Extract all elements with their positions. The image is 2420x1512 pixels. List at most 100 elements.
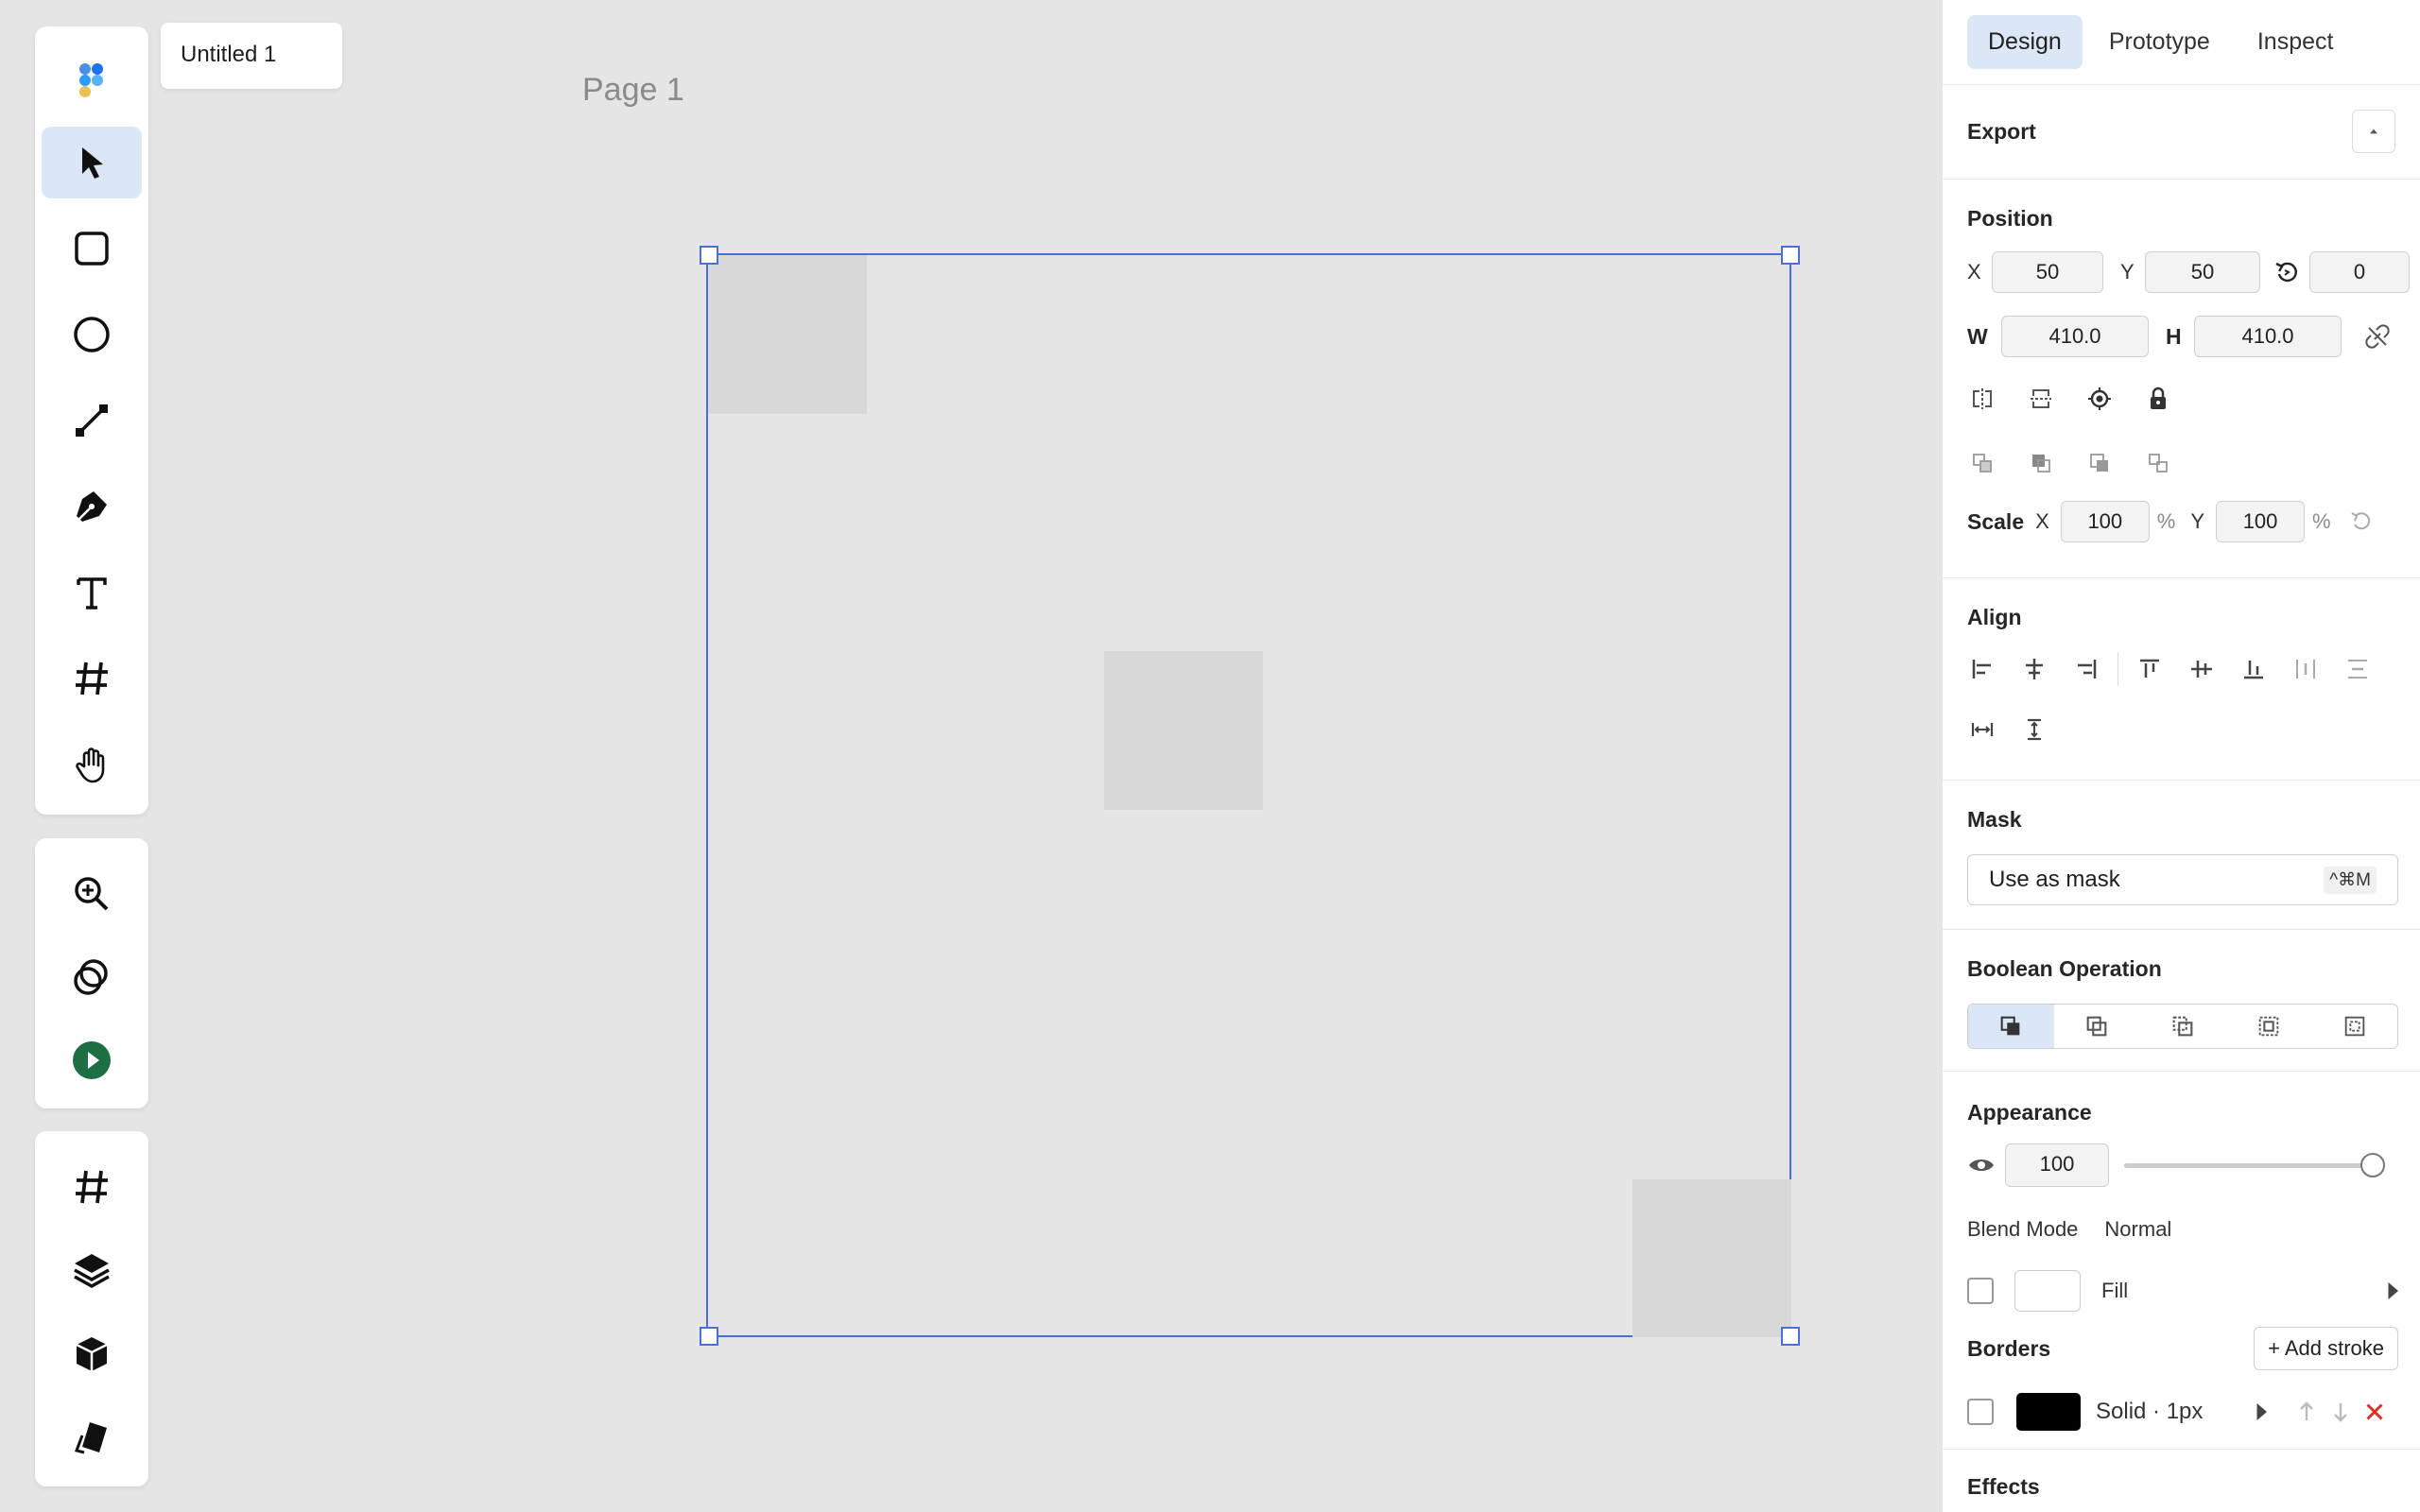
shape-bottom-right[interactable] <box>1633 1179 1791 1337</box>
appearance-title: Appearance <box>1967 1100 2092 1125</box>
width-input[interactable]: 410.0 <box>2001 316 2149 357</box>
line-tool[interactable] <box>42 385 142 456</box>
distribute-v-icon[interactable] <box>2337 648 2378 690</box>
scale-y-unit: % <box>2312 509 2331 533</box>
shape-top-left[interactable] <box>708 255 867 414</box>
flip-horizontal-icon[interactable] <box>1962 378 2003 420</box>
fill-label: Fill <box>2101 1279 2129 1302</box>
effects-section: Effects <box>1943 1450 2420 1512</box>
boolean-intersect-button[interactable] <box>2140 1005 2226 1048</box>
x-input[interactable]: 50 <box>1992 251 2103 293</box>
ellipse-tool[interactable] <box>42 299 142 370</box>
lock-icon[interactable] <box>2137 378 2179 420</box>
flip-vertical-icon[interactable] <box>2020 378 2062 420</box>
y-input[interactable]: 50 <box>2145 251 2260 293</box>
resize-handle-bottom-right[interactable] <box>1781 1327 1800 1346</box>
h-label: H <box>2166 323 2182 349</box>
spacing-h-icon[interactable] <box>1962 709 2003 750</box>
selected-frame[interactable] <box>706 253 1791 1337</box>
align-section: Align <box>1943 578 2420 781</box>
scale-x-label: X <box>2035 509 2049 533</box>
hand-icon <box>76 747 105 783</box>
stroke-checkbox[interactable] <box>1967 1399 1994 1425</box>
zoom-icon <box>75 876 109 910</box>
boolean-flatten-button[interactable] <box>2311 1005 2397 1048</box>
opacity-slider[interactable] <box>2124 1153 2385 1177</box>
opacity-slider-knob[interactable] <box>2360 1153 2385 1177</box>
mask-shortcut: ^⌘M <box>2324 866 2377 894</box>
frames-icon <box>76 1170 108 1203</box>
resize-handle-top-right[interactable] <box>1781 246 1800 265</box>
spacing-v-icon[interactable] <box>2014 709 2055 750</box>
pen-icon <box>77 491 107 522</box>
play-icon <box>73 1040 111 1079</box>
components-panel-button[interactable] <box>42 1403 142 1473</box>
collapse-button[interactable] <box>2352 110 2395 153</box>
boolean-icon <box>74 958 108 995</box>
arrow-up-icon[interactable] <box>2290 1391 2324 1433</box>
layer-front-icon[interactable] <box>2020 442 2062 484</box>
shape-center[interactable] <box>1104 651 1263 810</box>
hand-tool[interactable] <box>42 729 142 800</box>
resize-handle-bottom-left[interactable] <box>700 1327 718 1346</box>
select-tool[interactable] <box>42 127 142 198</box>
mask-title: Mask <box>1967 807 2022 832</box>
panel-tabs: Design Prototype Inspect <box>1943 0 2420 85</box>
borders-title: Borders <box>1967 1335 2051 1361</box>
frame-tool[interactable] <box>42 643 142 714</box>
align-center-h-icon[interactable] <box>2014 648 2055 690</box>
layer-back-icon[interactable] <box>2137 442 2179 484</box>
resize-handle-top-left[interactable] <box>700 246 718 265</box>
stroke-color-swatch[interactable] <box>2016 1393 2081 1431</box>
fill-expand-icon[interactable] <box>2372 1270 2413 1312</box>
tab-inspect[interactable]: Inspect <box>2237 15 2355 69</box>
frames-panel-button[interactable] <box>42 1152 142 1222</box>
text-tool[interactable] <box>42 557 142 628</box>
align-left-icon[interactable] <box>1962 648 2003 690</box>
delete-stroke-icon[interactable] <box>2358 1391 2392 1433</box>
rectangle-tool[interactable] <box>42 213 142 284</box>
document-tab[interactable]: Untitled 1 <box>161 23 342 89</box>
use-as-mask-button[interactable]: Use as mask ^⌘M <box>1967 854 2398 905</box>
pen-tool[interactable] <box>42 471 142 542</box>
add-stroke-button[interactable]: + Add stroke <box>2254 1327 2398 1370</box>
align-top-icon[interactable] <box>2129 648 2170 690</box>
blend-mode-value[interactable]: Normal <box>2104 1217 2171 1242</box>
boolean-section: Boolean Operation <box>1943 930 2420 1072</box>
export-section: Export <box>1943 85 2420 180</box>
rotation-input[interactable]: 0 <box>2309 251 2410 293</box>
layer-forward-icon[interactable] <box>1962 442 2003 484</box>
line-icon <box>76 404 108 437</box>
reset-scale-icon[interactable] <box>2341 501 2382 542</box>
boolean-subtract-button[interactable] <box>2054 1005 2140 1048</box>
boolean-exclude-button[interactable] <box>2225 1005 2311 1048</box>
play-button[interactable] <box>42 1025 142 1094</box>
target-icon[interactable] <box>2079 378 2120 420</box>
tab-design[interactable]: Design <box>1967 15 2083 69</box>
stroke-expand-icon[interactable] <box>2240 1391 2282 1433</box>
align-center-v-icon[interactable] <box>2181 648 2222 690</box>
boolean-union-button[interactable] <box>1968 1005 2054 1048</box>
zoom-tool[interactable] <box>42 859 142 928</box>
unlink-proportions-icon[interactable] <box>2357 316 2398 357</box>
opacity-input[interactable]: 100 <box>2005 1143 2109 1187</box>
height-input[interactable]: 410.0 <box>2194 316 2342 357</box>
assets-panel-button[interactable] <box>42 1319 142 1389</box>
arrow-down-icon[interactable] <box>2324 1391 2358 1433</box>
layer-backward-icon[interactable] <box>2079 442 2120 484</box>
fill-checkbox[interactable] <box>1967 1278 1994 1304</box>
layers-panel-button[interactable] <box>42 1236 142 1306</box>
scale-x-input[interactable]: 100 <box>2060 501 2150 542</box>
boolean-tool[interactable] <box>42 942 142 1011</box>
align-bottom-icon[interactable] <box>2233 648 2274 690</box>
logo-icon[interactable] <box>42 43 142 115</box>
frame-icon <box>76 662 108 696</box>
main-toolbar <box>35 26 148 815</box>
tab-prototype[interactable]: Prototype <box>2088 15 2231 69</box>
stroke-style-label[interactable]: Solid · 1px <box>2096 1399 2203 1425</box>
align-right-icon[interactable] <box>2066 648 2107 690</box>
distribute-h-icon[interactable] <box>2285 648 2326 690</box>
fill-color-swatch[interactable] <box>2014 1270 2081 1312</box>
scale-y-input[interactable]: 100 <box>2216 501 2306 542</box>
eye-icon[interactable] <box>1967 1144 1996 1186</box>
